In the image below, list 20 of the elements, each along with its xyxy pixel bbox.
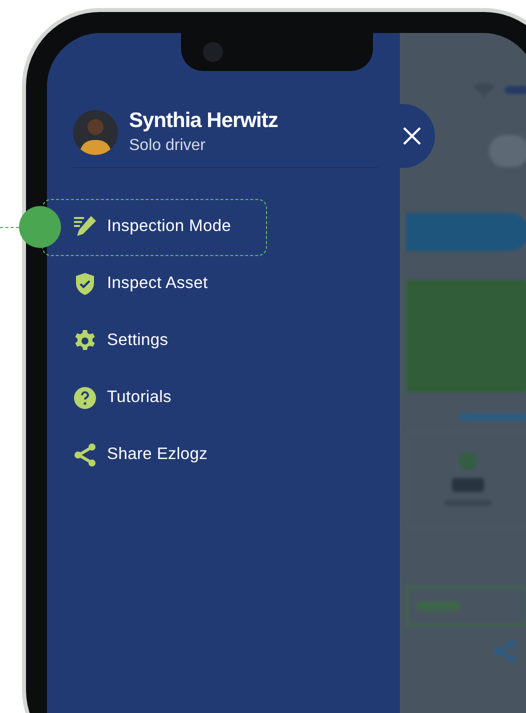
menu-item[interactable]: Tutorials <box>73 369 400 426</box>
shield-check-icon <box>73 272 97 296</box>
menu-item[interactable]: Inspect Asset <box>73 255 400 312</box>
battery-icon <box>505 86 526 94</box>
share-icon <box>73 442 97 466</box>
close-icon <box>402 126 422 146</box>
share-icon <box>493 638 517 664</box>
user-name: Synthia Herwitz <box>129 109 278 133</box>
marker-dot <box>19 206 61 248</box>
menu-item[interactable]: Share Ezlogz <box>73 426 400 483</box>
blurred-line <box>459 414 526 420</box>
blurred-line <box>416 602 460 610</box>
user-role: Solo driver <box>129 137 206 155</box>
status-dot <box>458 452 476 470</box>
help-icon <box>73 386 97 410</box>
menu-item[interactable]: Settings <box>73 312 400 369</box>
menu-item[interactable]: Inspection Mode <box>73 198 400 255</box>
avatar-silhouette <box>73 110 118 154</box>
pencil-icon <box>73 214 97 238</box>
gear-icon <box>73 328 97 352</box>
